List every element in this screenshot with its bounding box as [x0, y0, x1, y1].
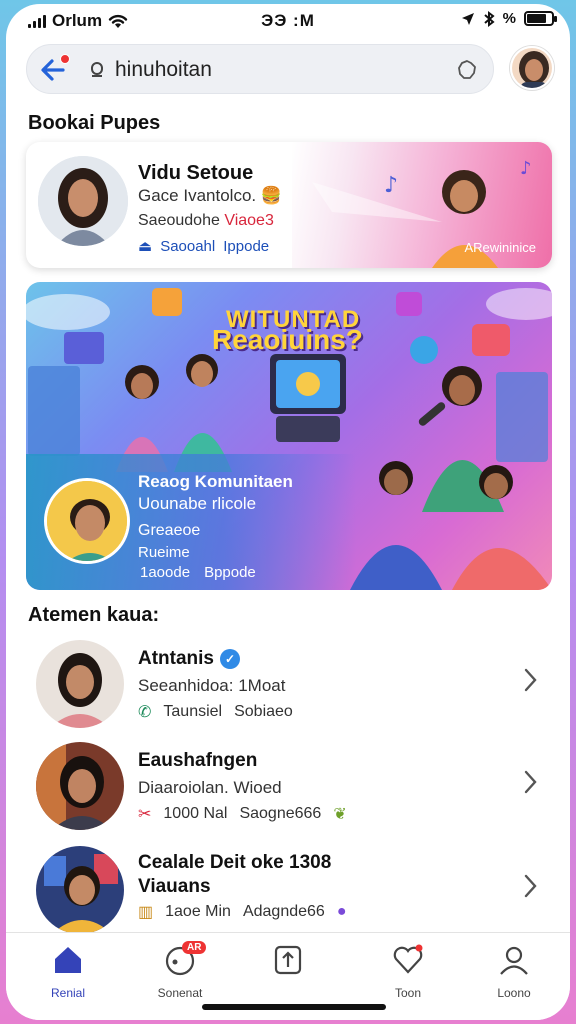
hero-heading: Reaog Komunitaen — [138, 472, 293, 491]
profile-detail: Saeoudohe — [138, 212, 220, 229]
list-item-name: Atntanis — [138, 648, 214, 669]
svg-text:♪: ♪ — [520, 158, 532, 179]
list-avatar — [36, 640, 124, 728]
app-screen: Orlum ЭЭ :M % hinuhoitan Bookai Pupes ♪ … — [6, 4, 570, 1020]
list-item[interactable]: Eaushafngen Diaaroiolan. Wioed ✂ 1000 Na… — [26, 738, 552, 834]
profile-detail-accent: Viaoe3 — [224, 212, 274, 229]
hero-subheading: Uounabe rlicole — [138, 494, 257, 513]
nav-label: Toon — [394, 986, 422, 1000]
status-bar: Orlum ЭЭ :M % — [6, 4, 570, 40]
phone-icon: ✆ — [138, 704, 152, 721]
upload-icon — [274, 945, 302, 975]
avatar-image — [512, 48, 552, 88]
profile-avatar — [38, 156, 128, 246]
nav-label: Loono — [497, 986, 531, 1000]
hero-meta-b: Bppode — [204, 564, 256, 581]
settings-icon[interactable] — [455, 58, 479, 82]
list-item-subtitle: Seeanhidoa: 1Moat — [138, 676, 286, 695]
home-indicator[interactable] — [202, 1004, 386, 1010]
search-row: hinuhoitan — [24, 42, 554, 96]
leaf-icon: ❦ — [333, 806, 347, 823]
battery-percent: % — [502, 10, 516, 27]
list-item-name: Cealale Deit oke 1308 — [138, 852, 332, 873]
search-bar[interactable]: hinuhoitan — [26, 44, 494, 94]
verified-icon: ✓ — [220, 649, 240, 669]
ticket-icon: ✂ — [138, 806, 152, 823]
svg-text:♪: ♪ — [384, 173, 398, 198]
chevron-right-icon[interactable] — [520, 666, 540, 694]
nav-chat[interactable]: AR Sonenat — [130, 941, 230, 1000]
phone-icon: ⏏ — [138, 238, 153, 255]
bluetooth-icon — [483, 10, 495, 27]
profile-name: Vidu Setoue — [138, 162, 254, 184]
nav-home[interactable]: Renial — [18, 943, 118, 1000]
home-icon — [55, 947, 81, 973]
hero-detail: Greaeoe — [138, 522, 201, 539]
location-icon — [461, 12, 474, 25]
list-item-meta-a: 1aoe Min — [165, 903, 231, 920]
chevron-right-icon[interactable] — [520, 872, 540, 900]
list-item[interactable]: Atntanis ✓ Seeanhidoa: 1Moat ✆ Taunsiel … — [26, 636, 552, 732]
section-title-list: Atemen kaua: — [28, 604, 160, 626]
profile-link-b[interactable]: Ippode — [223, 238, 269, 255]
list-item-meta-b: Saogne666 — [239, 805, 322, 822]
hero-detail-2: Rueime — [138, 544, 190, 561]
hero-banner[interactable]: WITUNTAD Reaoiuins? Reaog Komunitaen Uou… — [26, 282, 552, 590]
nav-upload[interactable] — [238, 943, 338, 982]
list-item-meta-b: Sobiaeo — [234, 703, 293, 720]
list-item-meta-a: 1000 Nal — [163, 805, 228, 822]
list-item-meta-b: Adagnde66 — [242, 903, 325, 920]
card-badge: ARewininice — [464, 240, 536, 255]
calendar-icon: ▥ — [138, 904, 154, 921]
profile-icon — [500, 946, 528, 975]
user-avatar[interactable] — [510, 46, 554, 90]
hero-meta-a: 1aoode — [140, 564, 191, 581]
list-avatar — [36, 742, 124, 830]
profile-subtitle: Gace Ivantolco. — [138, 186, 257, 205]
hero-title-line2: Reaoiuins? — [212, 324, 363, 355]
hero-avatar — [44, 478, 130, 564]
burger-icon: 🍔 — [260, 186, 283, 205]
list-item-name: Eaushafngen — [138, 750, 258, 771]
section-title-top: Bookai Pupes — [28, 112, 161, 134]
battery-icon — [524, 11, 557, 26]
featured-profile-card[interactable]: ♪ ♪ Vidu Setoue Gace Ivantolco. 🍔 Saeoud… — [26, 142, 552, 268]
heart-icon — [393, 944, 423, 974]
list-item[interactable]: Cealale Deit oke 1308 Viauans ▥ 1aoe Min… — [26, 842, 552, 938]
list-item-name-line2: Viauans — [138, 876, 211, 897]
nav-label: Sonenat — [157, 986, 203, 1000]
notification-dot — [60, 54, 70, 64]
list-avatar — [36, 846, 124, 934]
nav-profile[interactable]: Loono — [464, 943, 564, 1000]
globe-icon: ● — [336, 903, 347, 920]
nav-badge: AR — [182, 941, 207, 954]
search-icon — [91, 62, 103, 77]
nav-label: Renial — [50, 986, 86, 1000]
nav-favorites[interactable]: Toon — [358, 943, 458, 1000]
profile-link-a[interactable]: Saooahl — [160, 238, 215, 255]
list-item-subtitle: Diaaroiolan. Wioed — [138, 778, 282, 797]
chevron-right-icon[interactable] — [520, 768, 540, 796]
list-item-meta-a: Taunsiel — [163, 703, 223, 720]
search-input[interactable]: hinuhoitan — [115, 58, 212, 82]
